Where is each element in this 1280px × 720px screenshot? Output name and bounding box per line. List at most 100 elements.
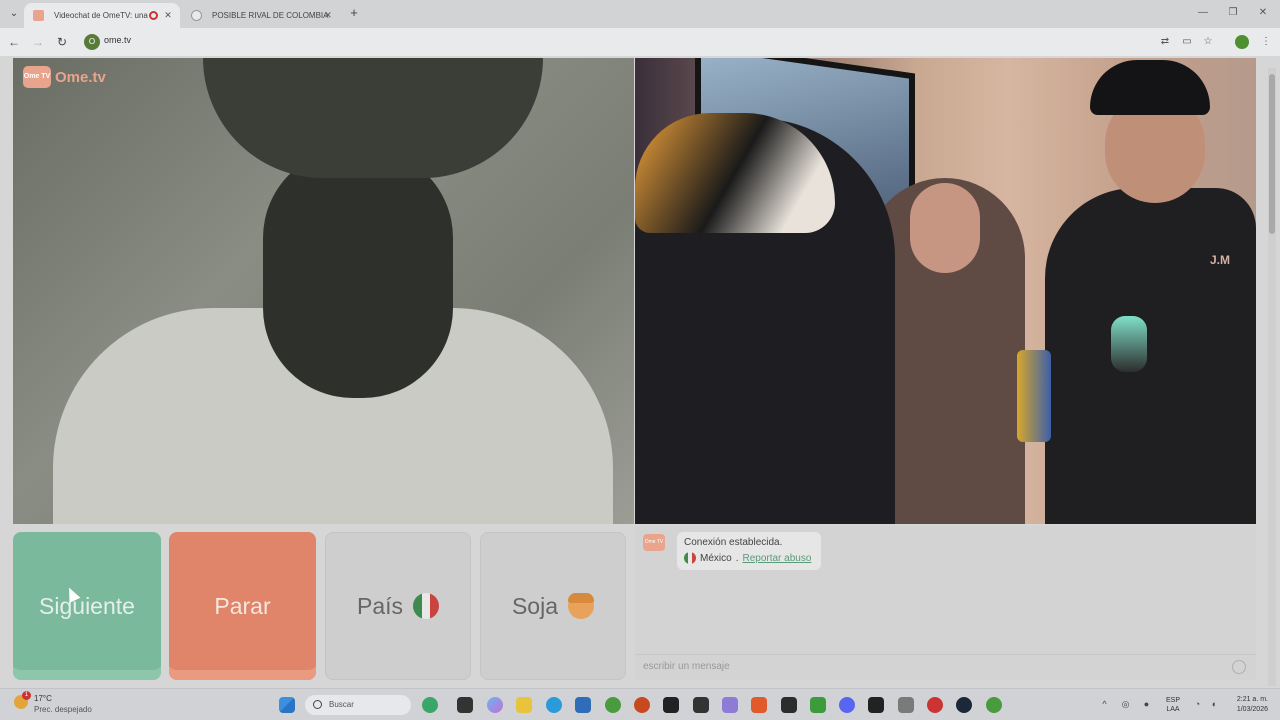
shirt-text: J.M [1210,253,1231,267]
ometv-logo-text: Ome.tv [55,68,106,86]
drink-can-image [1017,350,1051,442]
weather-description: Prec. despejado [34,705,92,714]
browser-menu-icon[interactable]: ⋮ [1259,35,1273,49]
tab-ometv[interactable]: Videochat de OmeTV: una ✕ [24,3,180,28]
chat-placeholder: escribir un mensaje [643,661,730,672]
clock-date: 1/03/2026 [1236,706,1268,713]
chat-panel: Ome TV Conexión establecida. México . Re… [635,526,1256,680]
separator: . [735,552,739,564]
search-icon [313,700,322,709]
steam-icon[interactable] [956,697,972,713]
language-bottom: LAA [1166,706,1180,713]
profile-avatar[interactable] [1235,35,1249,49]
app-icon[interactable] [722,697,738,713]
mexico-flag-icon [413,593,440,619]
copilot-icon[interactable] [487,697,503,713]
file-explorer-icon[interactable] [516,697,532,713]
stop-button-label: Parar [214,592,271,619]
next-button-label: Siguiente [39,592,135,619]
tab-title: Videochat de OmeTV: una [54,11,148,20]
app-icon[interactable] [693,697,709,713]
cast-icon[interactable]: ▭ [1180,35,1194,49]
scrollbar-thumb[interactable] [1269,74,1275,234]
app-icon[interactable] [781,697,797,713]
country-button-label: País [356,592,404,619]
reload-icon[interactable]: ↻ [54,34,70,50]
remote-video-face-2 [910,183,980,273]
ometv-favicon-icon [33,10,44,21]
search-label: Buscar [329,700,354,709]
local-video-head [263,148,453,398]
task-view-icon[interactable] [457,697,473,713]
google-favicon-icon [191,10,202,21]
close-window-button[interactable]: ✕ [1250,4,1276,22]
site-info-icon[interactable]: O [84,34,100,50]
microphone-image [1111,316,1147,372]
ometv-page: Ome TV Ome.tv J.M Siguiente Parar País S… [0,56,1280,688]
gender-button-label: Soja [511,592,559,619]
volume-icon[interactable]: ◖ [1208,699,1219,710]
language-top: ESP [1165,697,1180,704]
app-icon[interactable] [927,697,943,713]
translate-icon[interactable]: ⇄ [1158,35,1172,49]
boy-face-icon [568,593,595,619]
forward-icon[interactable]: → [30,34,46,50]
ometv-chat-avatar-icon: Ome TV [643,534,665,551]
system-clock[interactable]: 2:21 a. m. 1/03/2026 [1222,695,1268,715]
chrome-icon[interactable] [605,697,621,713]
next-button[interactable]: Siguiente [13,532,161,680]
close-tab-icon[interactable]: ✕ [162,3,174,28]
store-icon[interactable] [575,697,591,713]
back-icon[interactable]: ← [6,34,22,50]
connection-status: Conexión establecida. [684,537,783,548]
xbox-icon[interactable] [810,697,826,713]
close-tab-icon[interactable]: ✕ [322,3,334,28]
recording-icon [149,11,158,20]
restore-button[interactable]: ❐ [1220,4,1246,22]
ometv-logo[interactable]: Ome TV Ome.tv [23,66,106,88]
remote-video-cap-3 [1090,60,1210,115]
mexico-flag-icon [684,552,696,564]
brave-icon[interactable] [751,697,767,713]
browser-toolbar: ← → ↻ O ome.tv ⇄ ▭ ☆ ⋮ [0,28,1280,56]
stop-button[interactable]: Parar [169,532,316,680]
emoji-icon[interactable] [1232,660,1246,674]
taskbar-search[interactable]: Buscar [305,695,411,715]
weather-temperature: 17°C [34,694,52,703]
app-icon[interactable] [634,697,650,713]
ometv-logo-icon: Ome TV [23,66,51,88]
new-tab-button[interactable]: + [346,5,362,21]
system-message: Conexión establecida. México . Reportar … [677,532,821,570]
address-bar[interactable]: ome.tv [104,35,131,45]
partner-country: México [700,552,732,564]
gender-button[interactable]: Soja [480,532,626,680]
language-indicator[interactable]: ESP LAA [1162,696,1184,714]
clock-time: 2:21 a. m. [1236,696,1268,703]
weather-widget[interactable]: 1 17°C Prec. despejado [14,691,92,715]
discord-icon[interactable] [839,697,855,713]
notification-badge: 1 [22,691,31,700]
edge-icon[interactable] [546,697,562,713]
epic-games-icon[interactable] [663,697,679,713]
local-video: Ome TV Ome.tv [13,58,634,524]
network-icon[interactable]: ◎ [1120,699,1131,710]
widgets-icon[interactable] [422,697,438,713]
page-scrollbar[interactable] [1268,68,1276,686]
bookmark-star-icon[interactable]: ☆ [1201,35,1215,49]
chrome-icon[interactable] [986,697,1002,713]
show-hidden-icons-icon[interactable]: ^ [1099,699,1110,710]
tab-google[interactable]: POSIBLE RIVAL DE COLOMBIA ✕ [182,3,340,28]
app-icon[interactable] [868,697,884,713]
tab-search-icon[interactable]: ⌄ [6,6,22,22]
minimize-button[interactable]: — [1190,4,1216,22]
local-video-cap [203,58,543,178]
microphone-icon[interactable]: ● [1141,699,1152,710]
country-button[interactable]: País [325,532,471,680]
camera-icon[interactable] [898,697,914,713]
chat-message-input[interactable]: escribir un mensaje [635,654,1256,680]
start-button-icon[interactable] [279,697,295,713]
browser-tab-strip: ⌄ Videochat de OmeTV: una ✕ POSIBLE RIVA… [0,0,1280,28]
wifi-icon[interactable]: ◔ [1192,699,1203,710]
report-abuse-link[interactable]: Reportar abuso [742,553,811,564]
windows-taskbar: 1 17°C Prec. despejado Buscar ^ ◎ ● ESP … [0,688,1280,720]
